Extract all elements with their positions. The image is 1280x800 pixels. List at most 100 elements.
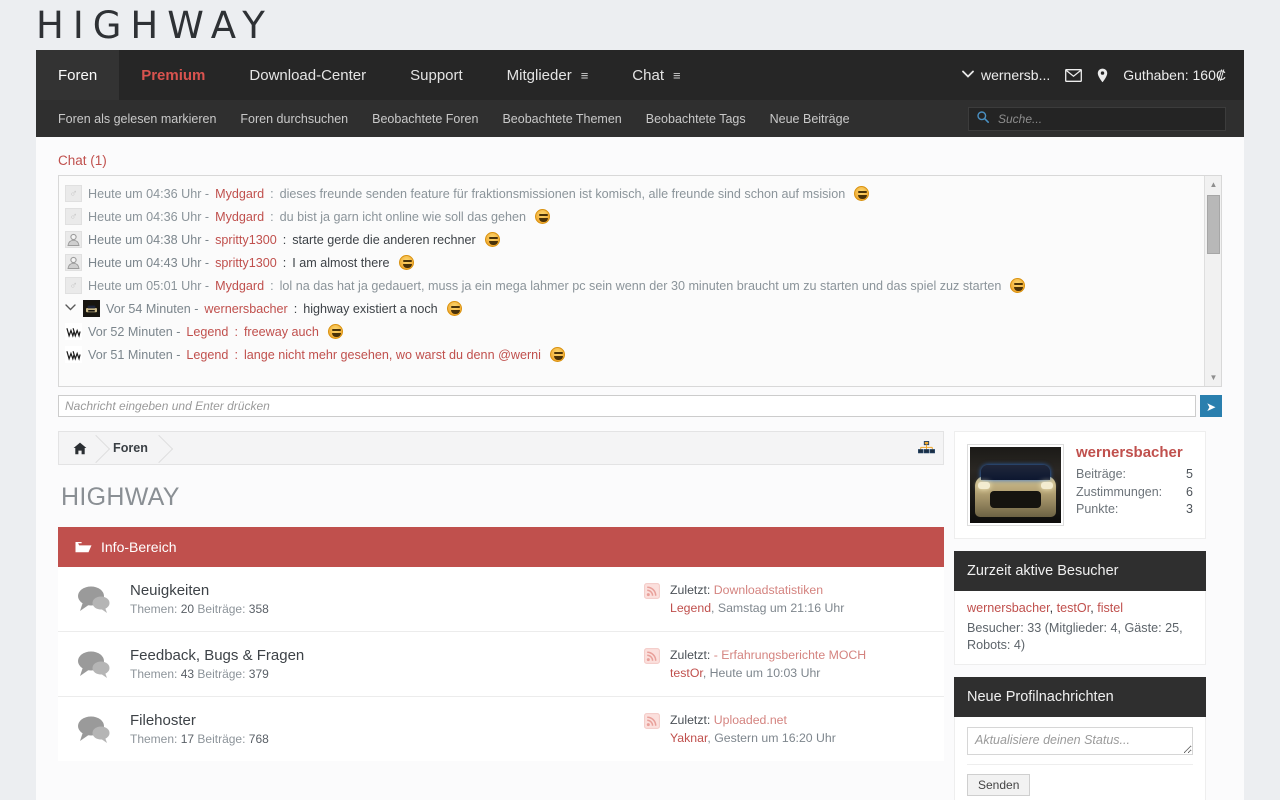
- last-post-text: Zuletzt: Downloadstatistiken Legend, Sam…: [670, 581, 844, 617]
- grin-emoji-icon: [447, 301, 462, 316]
- status-update-input[interactable]: [967, 727, 1193, 755]
- forum-name[interactable]: Filehoster: [130, 712, 644, 729]
- nav-tab-download-center[interactable]: Download-Center: [227, 50, 388, 100]
- chat-username[interactable]: spritty1300: [215, 233, 277, 247]
- chat-username[interactable]: wernersbacher: [204, 302, 287, 316]
- posts-label: Beiträge:: [194, 732, 249, 746]
- wink-emoji-icon: [328, 324, 343, 339]
- smile-emoji-icon: [399, 255, 414, 270]
- search-input[interactable]: [996, 111, 1217, 127]
- site-logo[interactable]: HIGHWAY: [36, 7, 274, 44]
- stat-value: 5: [1186, 466, 1193, 484]
- nav-tab-label: Mitglieder: [507, 67, 572, 84]
- last-post-user[interactable]: Legend: [670, 601, 711, 615]
- last-post-user[interactable]: Yaknar: [670, 731, 707, 745]
- nav-tab-label: Chat: [632, 67, 664, 84]
- last-post-title[interactable]: - Erfahrungsberichte MOCH: [714, 648, 866, 662]
- last-post-label: Zuletzt:: [670, 713, 714, 727]
- breadcrumb-home[interactable]: [59, 432, 99, 464]
- profile-messages-card: Neue Profilnachrichten Senden: [954, 677, 1206, 800]
- nav-tab-foren[interactable]: Foren: [36, 50, 119, 100]
- person-avatar-icon: [65, 231, 82, 248]
- forum-stats: Themen: 17 Beiträge: 768: [130, 732, 644, 746]
- envelope-icon[interactable]: [1065, 69, 1082, 82]
- stat-value: 3: [1186, 501, 1193, 519]
- status-submit-button[interactable]: Senden: [967, 774, 1030, 796]
- logo-bar: HIGHWAY: [0, 0, 1280, 50]
- nav-tab-premium[interactable]: Premium: [119, 50, 227, 100]
- avatar[interactable]: [967, 444, 1064, 526]
- chat-message: Heute um 04:43 Uhr - spritty1300: I am a…: [65, 251, 1201, 274]
- chevron-down-icon: [962, 69, 974, 81]
- navigation-wrapper: Foren Premium Download-Center Support Mi…: [0, 50, 1280, 137]
- chat-username[interactable]: spritty1300: [215, 256, 277, 270]
- chat-message-input[interactable]: [58, 395, 1196, 417]
- home-icon: [73, 442, 87, 455]
- location-pin-icon[interactable]: [1097, 68, 1108, 83]
- chat-text: starte gerde die anderen rechner: [292, 233, 475, 247]
- subnav-watched-tags[interactable]: Beobachtete Tags: [646, 112, 746, 126]
- visitor-name[interactable]: testOr: [1057, 601, 1091, 615]
- user-menu-button[interactable]: wernersb...: [962, 67, 1050, 83]
- stat-value: 6: [1186, 484, 1193, 502]
- scroll-up-arrow-icon[interactable]: ▲: [1205, 176, 1222, 193]
- posts-label: Beiträge:: [194, 667, 249, 681]
- hamburger-icon[interactable]: ≡: [581, 68, 589, 83]
- subnav-search-forums[interactable]: Foren durchsuchen: [240, 112, 348, 126]
- main-grid: Foren HIGHWAY Info-Bereich: [36, 431, 1244, 800]
- car-grille-shape: [990, 491, 1041, 508]
- sitemap-button[interactable]: [909, 431, 943, 465]
- profile-username[interactable]: wernersbacher: [1076, 444, 1193, 461]
- male-symbol-avatar-icon: ♂: [65, 277, 82, 294]
- visitor-name[interactable]: wernersbacher: [967, 601, 1050, 615]
- chat-title[interactable]: Chat (1): [58, 153, 1222, 168]
- chat-sep: :: [270, 210, 274, 224]
- chevron-down-icon[interactable]: [65, 303, 76, 314]
- chat-username[interactable]: Legend: [186, 325, 228, 339]
- nav-tab-list: Foren Premium Download-Center Support Mi…: [36, 50, 703, 100]
- category-header-info-bereich[interactable]: Info-Bereich: [58, 527, 944, 567]
- chat-message: Heute um 04:38 Uhr - spritty1300: starte…: [65, 228, 1201, 251]
- hamburger-icon[interactable]: ≡: [673, 68, 681, 83]
- last-post-title[interactable]: Uploaded.net: [714, 713, 787, 727]
- rss-icon[interactable]: [644, 583, 660, 602]
- car-avatar-icon: [83, 300, 100, 317]
- chat-scrollbar[interactable]: ▲ ▼: [1204, 176, 1221, 386]
- visitor-name[interactable]: fistel: [1097, 601, 1123, 615]
- stat-label: Punkte:: [1076, 501, 1118, 519]
- wink-emoji-icon: [485, 232, 500, 247]
- content-container: Chat (1) ♂ Heute um 04:36 Uhr - Mydgard:…: [36, 137, 1244, 800]
- grin-emoji-icon: [1010, 278, 1025, 293]
- search-box[interactable]: [968, 107, 1226, 131]
- last-post-title[interactable]: Downloadstatistiken: [714, 583, 823, 597]
- nav-tab-mitglieder[interactable]: Mitglieder ≡: [485, 50, 611, 100]
- subnav-new-posts[interactable]: Neue Beiträge: [770, 112, 850, 126]
- scrollbar-thumb[interactable]: [1207, 195, 1220, 254]
- last-post-text: Zuletzt: Uploaded.net Yaknar, Gestern um…: [670, 711, 836, 747]
- scroll-down-arrow-icon[interactable]: ▼: [1205, 369, 1222, 386]
- credit-balance[interactable]: Guthaben: 160₡: [1123, 67, 1226, 83]
- forum-name[interactable]: Feedback, Bugs & Fragen: [130, 647, 644, 664]
- subnav-mark-read[interactable]: Foren als gelesen markieren: [58, 112, 216, 126]
- grin-emoji-icon: [854, 186, 869, 201]
- rss-icon[interactable]: [644, 648, 660, 667]
- chat-username[interactable]: Mydgard: [215, 210, 264, 224]
- active-visitors-card: Zurzeit aktive Besucher wernersbacher, t…: [954, 551, 1206, 665]
- nav-tab-support[interactable]: Support: [388, 50, 485, 100]
- chat-username[interactable]: Mydgard: [215, 279, 264, 293]
- chat-sep: :: [270, 279, 274, 293]
- open-folder-icon: [75, 540, 92, 554]
- chat-username[interactable]: Legend: [186, 348, 228, 362]
- subnav-watched-forums[interactable]: Beobachtete Foren: [372, 112, 478, 126]
- rss-icon[interactable]: [644, 713, 660, 732]
- nav-tab-chat[interactable]: Chat ≡: [610, 50, 702, 100]
- subnav-watched-threads[interactable]: Beobachtete Themen: [502, 112, 621, 126]
- chat-send-button[interactable]: ➤: [1200, 395, 1222, 417]
- grin-emoji-icon: [535, 209, 550, 224]
- last-post-user[interactable]: testOr: [670, 666, 703, 680]
- breadcrumb-foren[interactable]: Foren: [99, 432, 162, 464]
- chat-username[interactable]: Mydgard: [215, 187, 264, 201]
- nav-tab-label: Foren: [58, 67, 97, 84]
- forum-last-post: Zuletzt: Uploaded.net Yaknar, Gestern um…: [644, 711, 944, 747]
- forum-name[interactable]: Neuigkeiten: [130, 582, 644, 599]
